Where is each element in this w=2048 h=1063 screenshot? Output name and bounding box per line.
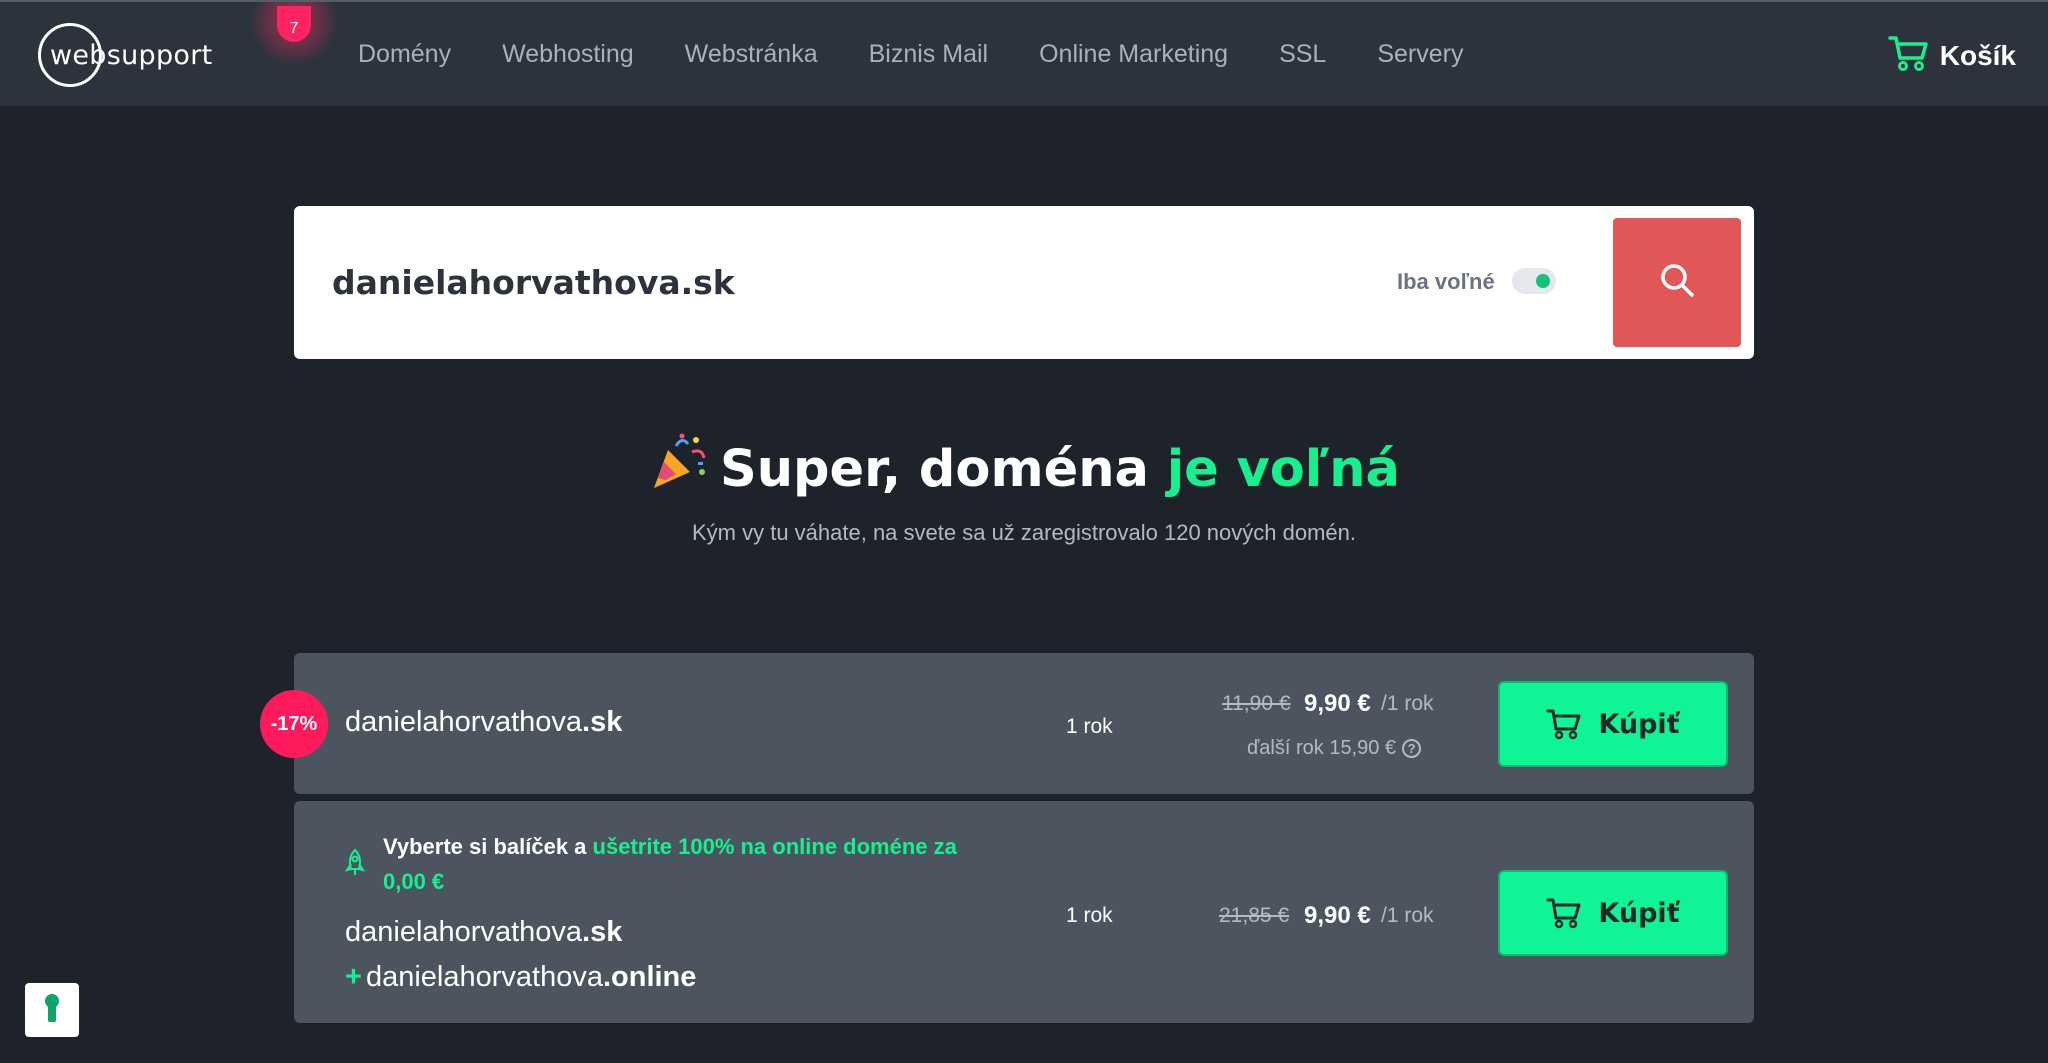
domain-search-box: Iba voľné <box>294 206 1754 359</box>
toggle-knob <box>1536 274 1550 288</box>
price-period: /1 rok <box>1381 692 1434 715</box>
addon-tld: .online <box>602 961 697 993</box>
nav-item-webstranka[interactable]: Webstránka <box>685 40 818 69</box>
headline-text: Super, doména <box>720 440 1167 499</box>
domain-tld: .sk <box>582 706 623 738</box>
keyhole-icon <box>42 992 62 1029</box>
nav-item-webhosting[interactable]: Webhosting <box>502 40 634 69</box>
availability-headline: Super, doména je voľná <box>0 432 2048 505</box>
buy-button[interactable]: Kúpiť <box>1498 870 1728 956</box>
price-period: /1 rok <box>1381 904 1434 927</box>
password-manager-button[interactable] <box>25 983 79 1037</box>
registration-period: 1 rok <box>1066 904 1113 927</box>
domain-search-input[interactable] <box>332 252 1232 312</box>
nav-item-servery[interactable]: Servery <box>1377 40 1463 69</box>
headline-subtext: Kým vy tu váhate, na svete sa už zaregis… <box>691 520 1357 545</box>
cart-label: Košík <box>1939 39 2016 71</box>
cart-icon <box>1546 898 1581 929</box>
nav-item-domeny[interactable]: Domény <box>358 40 451 69</box>
old-price: 21,85 € <box>1219 904 1290 927</box>
party-popper-icon <box>648 432 708 505</box>
price: 9,90 € <box>1304 902 1371 929</box>
search-button[interactable] <box>1613 218 1741 347</box>
result-domain: danielahorvathova.sk <box>345 706 622 739</box>
notification-badge[interactable]: 7 <box>277 6 311 42</box>
help-icon[interactable]: ? <box>1402 739 1422 758</box>
addon-name: danielahorvathova <box>365 961 603 993</box>
discount-badge: -17% <box>260 690 328 758</box>
next-year-price: ďalší rok 15,90 € ? <box>1247 737 1422 760</box>
nav-item-online-marketing[interactable]: Online Marketing <box>1039 40 1228 69</box>
headline-accent: je voľná <box>1166 440 1400 499</box>
domain-name: danielahorvathova <box>345 706 583 738</box>
bundle-domain: danielahorvathova.sk <box>345 916 622 949</box>
plus-icon: + <box>345 961 362 993</box>
rocket-icon <box>344 848 366 881</box>
domain-tld: .sk <box>582 916 623 948</box>
promo-text: Vyberte si balíček a <box>383 834 593 859</box>
available-only-label: Iba voľné <box>1397 269 1495 294</box>
cart-icon <box>1546 709 1581 740</box>
nav-item-ssl[interactable]: SSL <box>1279 40 1326 69</box>
cart-link[interactable]: Košík <box>1888 34 2016 77</box>
websupport-logo[interactable]: websupport <box>38 22 213 88</box>
logo-text: websupport <box>50 39 213 71</box>
top-navigation-bar: websupport 7 Domény Webhosting Webstránk… <box>0 0 2048 106</box>
search-icon <box>1659 262 1695 303</box>
old-price: 11,90 € <box>1222 692 1291 715</box>
buy-button-label: Kúpiť <box>1598 708 1680 740</box>
domain-name: danielahorvathova <box>345 916 583 948</box>
price: 9,90 € <box>1304 690 1371 717</box>
main-nav: Domény Webhosting Webstránka Biznis Mail… <box>358 40 1514 69</box>
bundle-addon-domain: + danielahorvathova.online <box>345 961 696 994</box>
buy-button-label: Kúpiť <box>1598 897 1680 929</box>
nav-item-biznis-mail[interactable]: Biznis Mail <box>869 40 988 69</box>
registration-period: 1 rok <box>1066 715 1113 738</box>
bundle-promo: Vyberte si balíček a ušetrite 100% na on… <box>383 829 1003 899</box>
buy-button[interactable]: Kúpiť <box>1498 681 1728 767</box>
cart-icon <box>1888 34 1930 77</box>
available-only-toggle[interactable] <box>1512 268 1556 294</box>
next-year-text: ďalší rok 15,90 € <box>1247 737 1397 759</box>
